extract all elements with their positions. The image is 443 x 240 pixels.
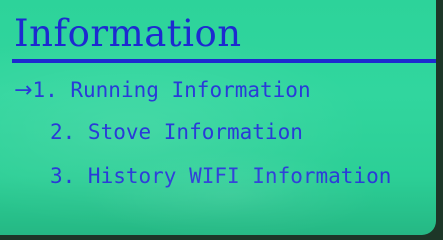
lcd-screen: Information →1. Running Information 2. S… — [0, 0, 436, 235]
menu-item-history-wifi-information[interactable]: 3. History WIFI Information — [50, 163, 391, 189]
menu-item-running-information[interactable]: →1. Running Information — [14, 77, 311, 104]
menu-item-stove-information[interactable]: 2. Stove Information — [50, 119, 303, 145]
menu-item-label: 2. Stove Information — [50, 120, 303, 144]
selection-arrow-icon: → — [14, 78, 33, 103]
menu-item-label: 1. Running Information — [32, 78, 311, 102]
device-frame: Information →1. Running Information 2. S… — [0, 0, 443, 240]
title-underline — [12, 59, 436, 63]
menu-item-label: 3. History WIFI Information — [50, 164, 392, 188]
page-title: Information — [14, 12, 242, 55]
